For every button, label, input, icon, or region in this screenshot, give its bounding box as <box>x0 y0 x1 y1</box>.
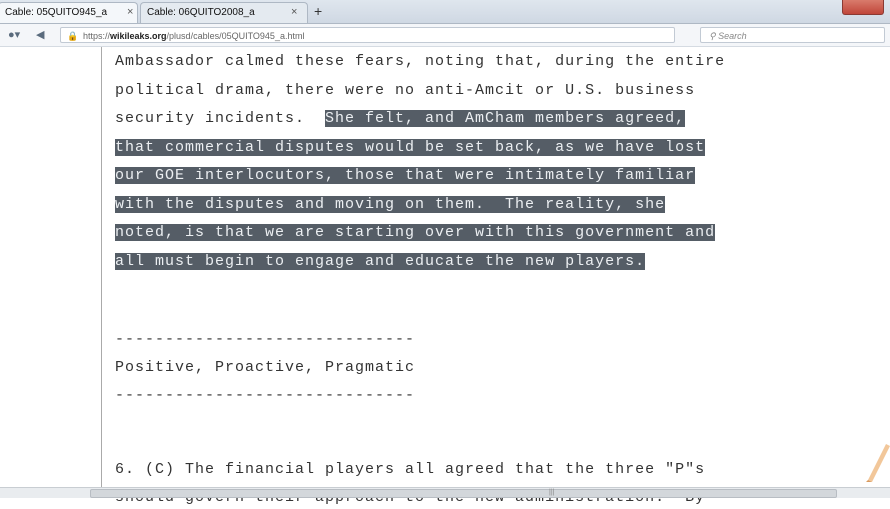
text-line: ------------------------------ <box>115 384 415 407</box>
page-menu-icon[interactable]: ●▾ <box>8 28 20 41</box>
line-text: Ambassador calmed these fears, noting th… <box>115 53 726 70</box>
line-text: security incidents. <box>115 110 326 127</box>
tab-cable-05quito945[interactable]: Cable: 05QUITO945_a × <box>0 2 138 23</box>
page-content: Ambassador calmed these fears, noting th… <box>0 47 890 506</box>
address-bar[interactable]: 🔒 https://wikileaks.org/plusd/cables/05Q… <box>60 27 675 43</box>
highlighted-text: with the disputes and moving on them. Th… <box>115 196 666 213</box>
url-path: /plusd/cables/05QUITO945_a.html <box>166 31 305 41</box>
close-tab-icon[interactable]: × <box>127 3 133 22</box>
text-line: 6. (C) The financial players all agreed … <box>115 458 705 481</box>
line-text: political drama, there were no anti-Amci… <box>115 82 696 99</box>
close-tab-icon[interactable]: × <box>291 3 297 22</box>
search-input[interactable]: ⚲ Search <box>700 27 885 43</box>
text-line: security incidents. She felt, and AmCham… <box>115 107 686 130</box>
text-line: political drama, there were no anti-Amci… <box>115 79 695 102</box>
text-line: all must begin to engage and educate the… <box>115 250 646 273</box>
highlighted-text: our GOE interlocutors, those that were i… <box>115 167 696 184</box>
text-line: ------------------------------ <box>115 328 415 351</box>
line-text: 6. (C) The financial players all agreed … <box>115 461 706 478</box>
margin-line <box>101 47 102 487</box>
tab-title: Cable: 05QUITO945_a <box>5 7 108 18</box>
line-text: Positive, Proactive, Pragmatic <box>115 359 416 376</box>
highlighted-text: noted, is that we are starting over with… <box>115 224 716 241</box>
navigation-bar: ●▾ ◀ 🔒 https://wikileaks.org/plusd/cable… <box>0 24 890 47</box>
new-tab-button[interactable]: + <box>314 3 322 19</box>
highlighted-text: She felt, and AmCham members agreed, <box>325 110 686 127</box>
tab-cable-06quito2008[interactable]: Cable: 06QUITO2008_a × <box>140 2 308 23</box>
search-placeholder: Search <box>718 31 747 41</box>
search-icon: ⚲ <box>709 31 716 41</box>
tab-title: Cable: 06QUITO2008_a <box>147 7 255 18</box>
grip-icon: ||| <box>549 489 555 496</box>
text-line: Positive, Proactive, Pragmatic <box>115 356 415 379</box>
tab-bar: Cable: 05QUITO945_a × Cable: 06QUITO2008… <box>0 0 890 24</box>
text-line: our GOE interlocutors, those that were i… <box>115 164 696 187</box>
lock-icon: 🔒 <box>67 31 79 41</box>
text-line: Ambassador calmed these fears, noting th… <box>115 50 725 73</box>
url-prefix: https:// <box>83 31 111 41</box>
back-arrow-icon[interactable]: ◀ <box>36 28 44 41</box>
pen-icon <box>866 444 890 482</box>
url-domain: wikileaks.org <box>110 31 167 41</box>
text-line: noted, is that we are starting over with… <box>115 221 716 244</box>
window-close-button[interactable] <box>842 0 884 15</box>
line-text: ------------------------------ <box>115 331 416 348</box>
text-line: with the disputes and moving on them. Th… <box>115 193 666 216</box>
line-text: ------------------------------ <box>115 387 416 404</box>
highlighted-text: all must begin to engage and educate the… <box>115 253 646 270</box>
text-line: that commercial disputes would be set ba… <box>115 136 706 159</box>
horizontal-scrollbar[interactable]: ||| <box>0 487 890 498</box>
highlighted-text: that commercial disputes would be set ba… <box>115 139 706 156</box>
